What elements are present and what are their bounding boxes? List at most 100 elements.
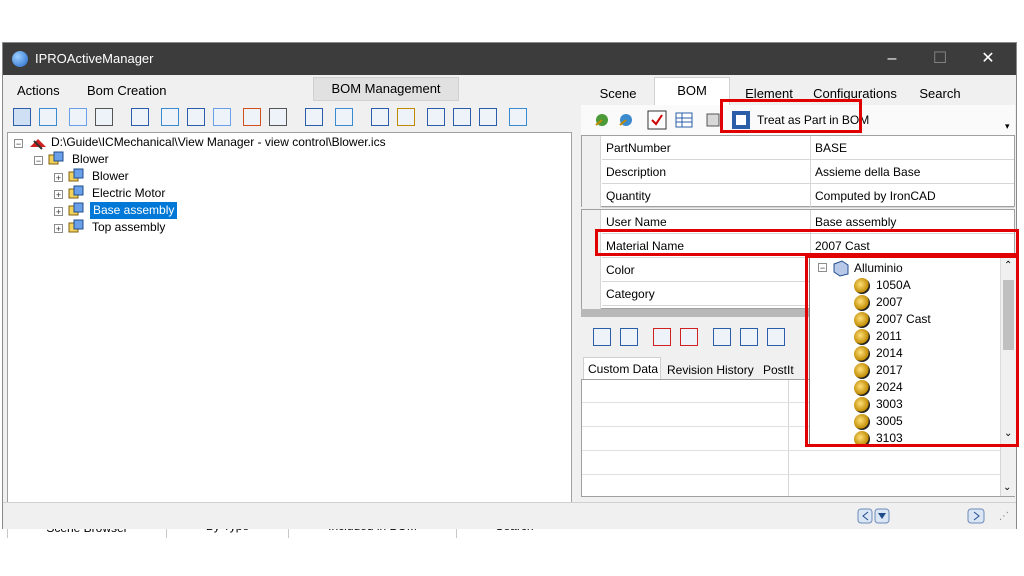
scroll-thumb[interactable] bbox=[1003, 280, 1014, 350]
remove-d-icon[interactable] bbox=[680, 328, 698, 346]
expand-icon[interactable]: + bbox=[54, 173, 63, 183]
part-icon[interactable] bbox=[161, 108, 179, 126]
treat-as-part-button[interactable]: Treat as Part in BOM bbox=[757, 113, 869, 127]
tree-item-blower[interactable]: Blower bbox=[92, 168, 129, 185]
material-item[interactable]: 3103 bbox=[876, 430, 903, 444]
tab-element[interactable]: Element bbox=[733, 83, 805, 105]
assembly-icon[interactable] bbox=[187, 108, 205, 126]
material-group[interactable]: Alluminio bbox=[854, 260, 903, 277]
prop-value-quantity[interactable]: Computed by IronCAD bbox=[810, 184, 1014, 208]
app-window: IPROActiveManager – ☐ ✕ Actions Bom Crea… bbox=[2, 42, 1019, 538]
material-icon bbox=[854, 329, 870, 345]
tree-item-base-assembly[interactable]: Base assembly bbox=[90, 202, 178, 219]
tag-icon[interactable] bbox=[705, 111, 723, 129]
wand-icon[interactable] bbox=[397, 108, 415, 126]
tab-postit-notes[interactable]: PostIt N bbox=[761, 359, 805, 381]
scroll-down-icon[interactable]: ⌄ bbox=[1004, 428, 1012, 439]
material-item[interactable]: 2014 bbox=[876, 345, 903, 362]
menu-bom-management[interactable]: BOM Management bbox=[313, 77, 459, 101]
hierarchy-icon[interactable] bbox=[269, 108, 287, 126]
material-item[interactable]: 3005 bbox=[876, 413, 903, 430]
minimize-button[interactable]: – bbox=[869, 43, 915, 75]
az-sort-icon[interactable] bbox=[479, 108, 497, 126]
tree-icon[interactable] bbox=[39, 108, 57, 126]
bom-remove-icon[interactable] bbox=[617, 111, 635, 129]
material-item[interactable]: 3003 bbox=[876, 396, 903, 413]
material-item[interactable]: 2017 bbox=[876, 362, 903, 379]
add-d-icon[interactable] bbox=[620, 328, 638, 346]
gear-icon[interactable] bbox=[95, 108, 113, 126]
nav-forward-icon[interactable] bbox=[967, 508, 985, 524]
collapse-icon[interactable]: − bbox=[14, 139, 23, 149]
check-list-icon[interactable] bbox=[647, 110, 667, 130]
title-bar: IPROActiveManager – ☐ ✕ bbox=[3, 43, 1016, 75]
prop-name-description: Description bbox=[602, 160, 810, 184]
window-title: IPROActiveManager bbox=[35, 51, 154, 66]
material-list: 1050A 2007 2007 Cast 2011 2014 2017 2024 3003 30… bbox=[810, 277, 1000, 444]
magnify-icon[interactable] bbox=[427, 108, 445, 126]
menu-bom-creation[interactable]: Bom Creation bbox=[87, 83, 166, 98]
prop-name-material-name: Material Name bbox=[602, 234, 810, 258]
assembly-icon bbox=[48, 151, 64, 165]
overflow-icon[interactable]: ▾ bbox=[1005, 121, 1010, 132]
remove-c-icon[interactable] bbox=[653, 328, 671, 346]
tab-bom[interactable]: BOM bbox=[654, 77, 730, 105]
expand-icon[interactable]: + bbox=[54, 190, 63, 200]
material-icon bbox=[854, 278, 870, 294]
collapse-icon[interactable]: − bbox=[34, 156, 43, 166]
table-icon[interactable] bbox=[675, 111, 693, 129]
tab-search-right[interactable]: Search bbox=[905, 83, 975, 105]
copy-icon[interactable] bbox=[713, 328, 731, 346]
view-icon[interactable] bbox=[335, 108, 353, 126]
filter-icon[interactable] bbox=[213, 108, 231, 126]
bom-add-icon[interactable] bbox=[593, 111, 611, 129]
tab-revision-history[interactable]: Revision History bbox=[665, 359, 757, 381]
prop-value-description[interactable]: Assieme della Base bbox=[810, 160, 1014, 184]
dropdown-scrollbar[interactable]: ⌃ ⌄ bbox=[1000, 258, 1017, 444]
list-icon[interactable] bbox=[509, 108, 527, 126]
zoom-icon[interactable] bbox=[131, 108, 149, 126]
material-item[interactable]: 2011 bbox=[876, 328, 902, 345]
material-item[interactable]: 2007 bbox=[876, 294, 903, 311]
expand-icon[interactable]: + bbox=[54, 224, 63, 234]
maximize-button[interactable]: ☐ bbox=[917, 43, 963, 75]
edit-icon[interactable] bbox=[371, 108, 389, 126]
material-item[interactable]: 2024 bbox=[876, 379, 903, 396]
pointer-icon[interactable] bbox=[13, 108, 31, 126]
tab-scene[interactable]: Scene bbox=[583, 83, 653, 105]
material-group-icon bbox=[833, 260, 849, 277]
material-dropdown[interactable]: − Alluminio 1050A 2007 2007 Cast 2011 2014 20… bbox=[809, 257, 1019, 445]
collapse-icon[interactable]: − bbox=[818, 263, 827, 273]
network-icon[interactable] bbox=[243, 108, 261, 126]
expand-icon[interactable]: + bbox=[54, 207, 63, 217]
scroll-up-icon[interactable]: ⌃ bbox=[1004, 260, 1012, 271]
scroll-down-icon[interactable]: ⌄ bbox=[1003, 482, 1011, 493]
material-icon bbox=[854, 295, 870, 311]
material-item[interactable]: 2007 Cast bbox=[876, 311, 931, 328]
tab-configurations[interactable]: Configurations bbox=[807, 83, 903, 105]
tree-item-blower-assembly[interactable]: Blower bbox=[72, 151, 109, 168]
link-icon[interactable] bbox=[69, 108, 87, 126]
tree-item-top-assembly[interactable]: Top assembly bbox=[92, 219, 165, 236]
scene-tree: − D:\Guide\ICMechanical\View Manager - v… bbox=[7, 132, 572, 512]
table-icon[interactable] bbox=[305, 108, 323, 126]
paste-icon[interactable] bbox=[740, 328, 758, 346]
close-button[interactable]: ✕ bbox=[965, 43, 1011, 75]
material-item[interactable]: 1050A bbox=[876, 277, 911, 294]
prop-value-user-name[interactable]: Base assembly bbox=[810, 210, 1014, 234]
prop-name-color: Color bbox=[602, 258, 810, 282]
resize-grip-icon[interactable]: ⋰ bbox=[999, 511, 1009, 522]
add-c-icon[interactable] bbox=[593, 328, 611, 346]
menu-actions[interactable]: Actions bbox=[17, 83, 60, 98]
prop-name-partnumber: PartNumber bbox=[602, 136, 810, 160]
prop-value-partnumber[interactable]: BASE bbox=[810, 136, 1014, 160]
treat-as-part-icon[interactable] bbox=[731, 110, 751, 130]
nav-back-icon[interactable] bbox=[857, 508, 891, 524]
bom-toolbar: Treat as Part in BOM ▾ bbox=[581, 105, 1015, 135]
tab-custom-data[interactable]: Custom Data bbox=[583, 357, 661, 379]
grid-icon[interactable] bbox=[453, 108, 471, 126]
tree-root-path[interactable]: D:\Guide\ICMechanical\View Manager - vie… bbox=[51, 134, 386, 151]
sync-icon[interactable] bbox=[767, 328, 785, 346]
prop-value-material-name[interactable]: 2007 Cast bbox=[810, 234, 1014, 258]
tree-item-electric-motor[interactable]: Electric Motor bbox=[92, 185, 165, 202]
